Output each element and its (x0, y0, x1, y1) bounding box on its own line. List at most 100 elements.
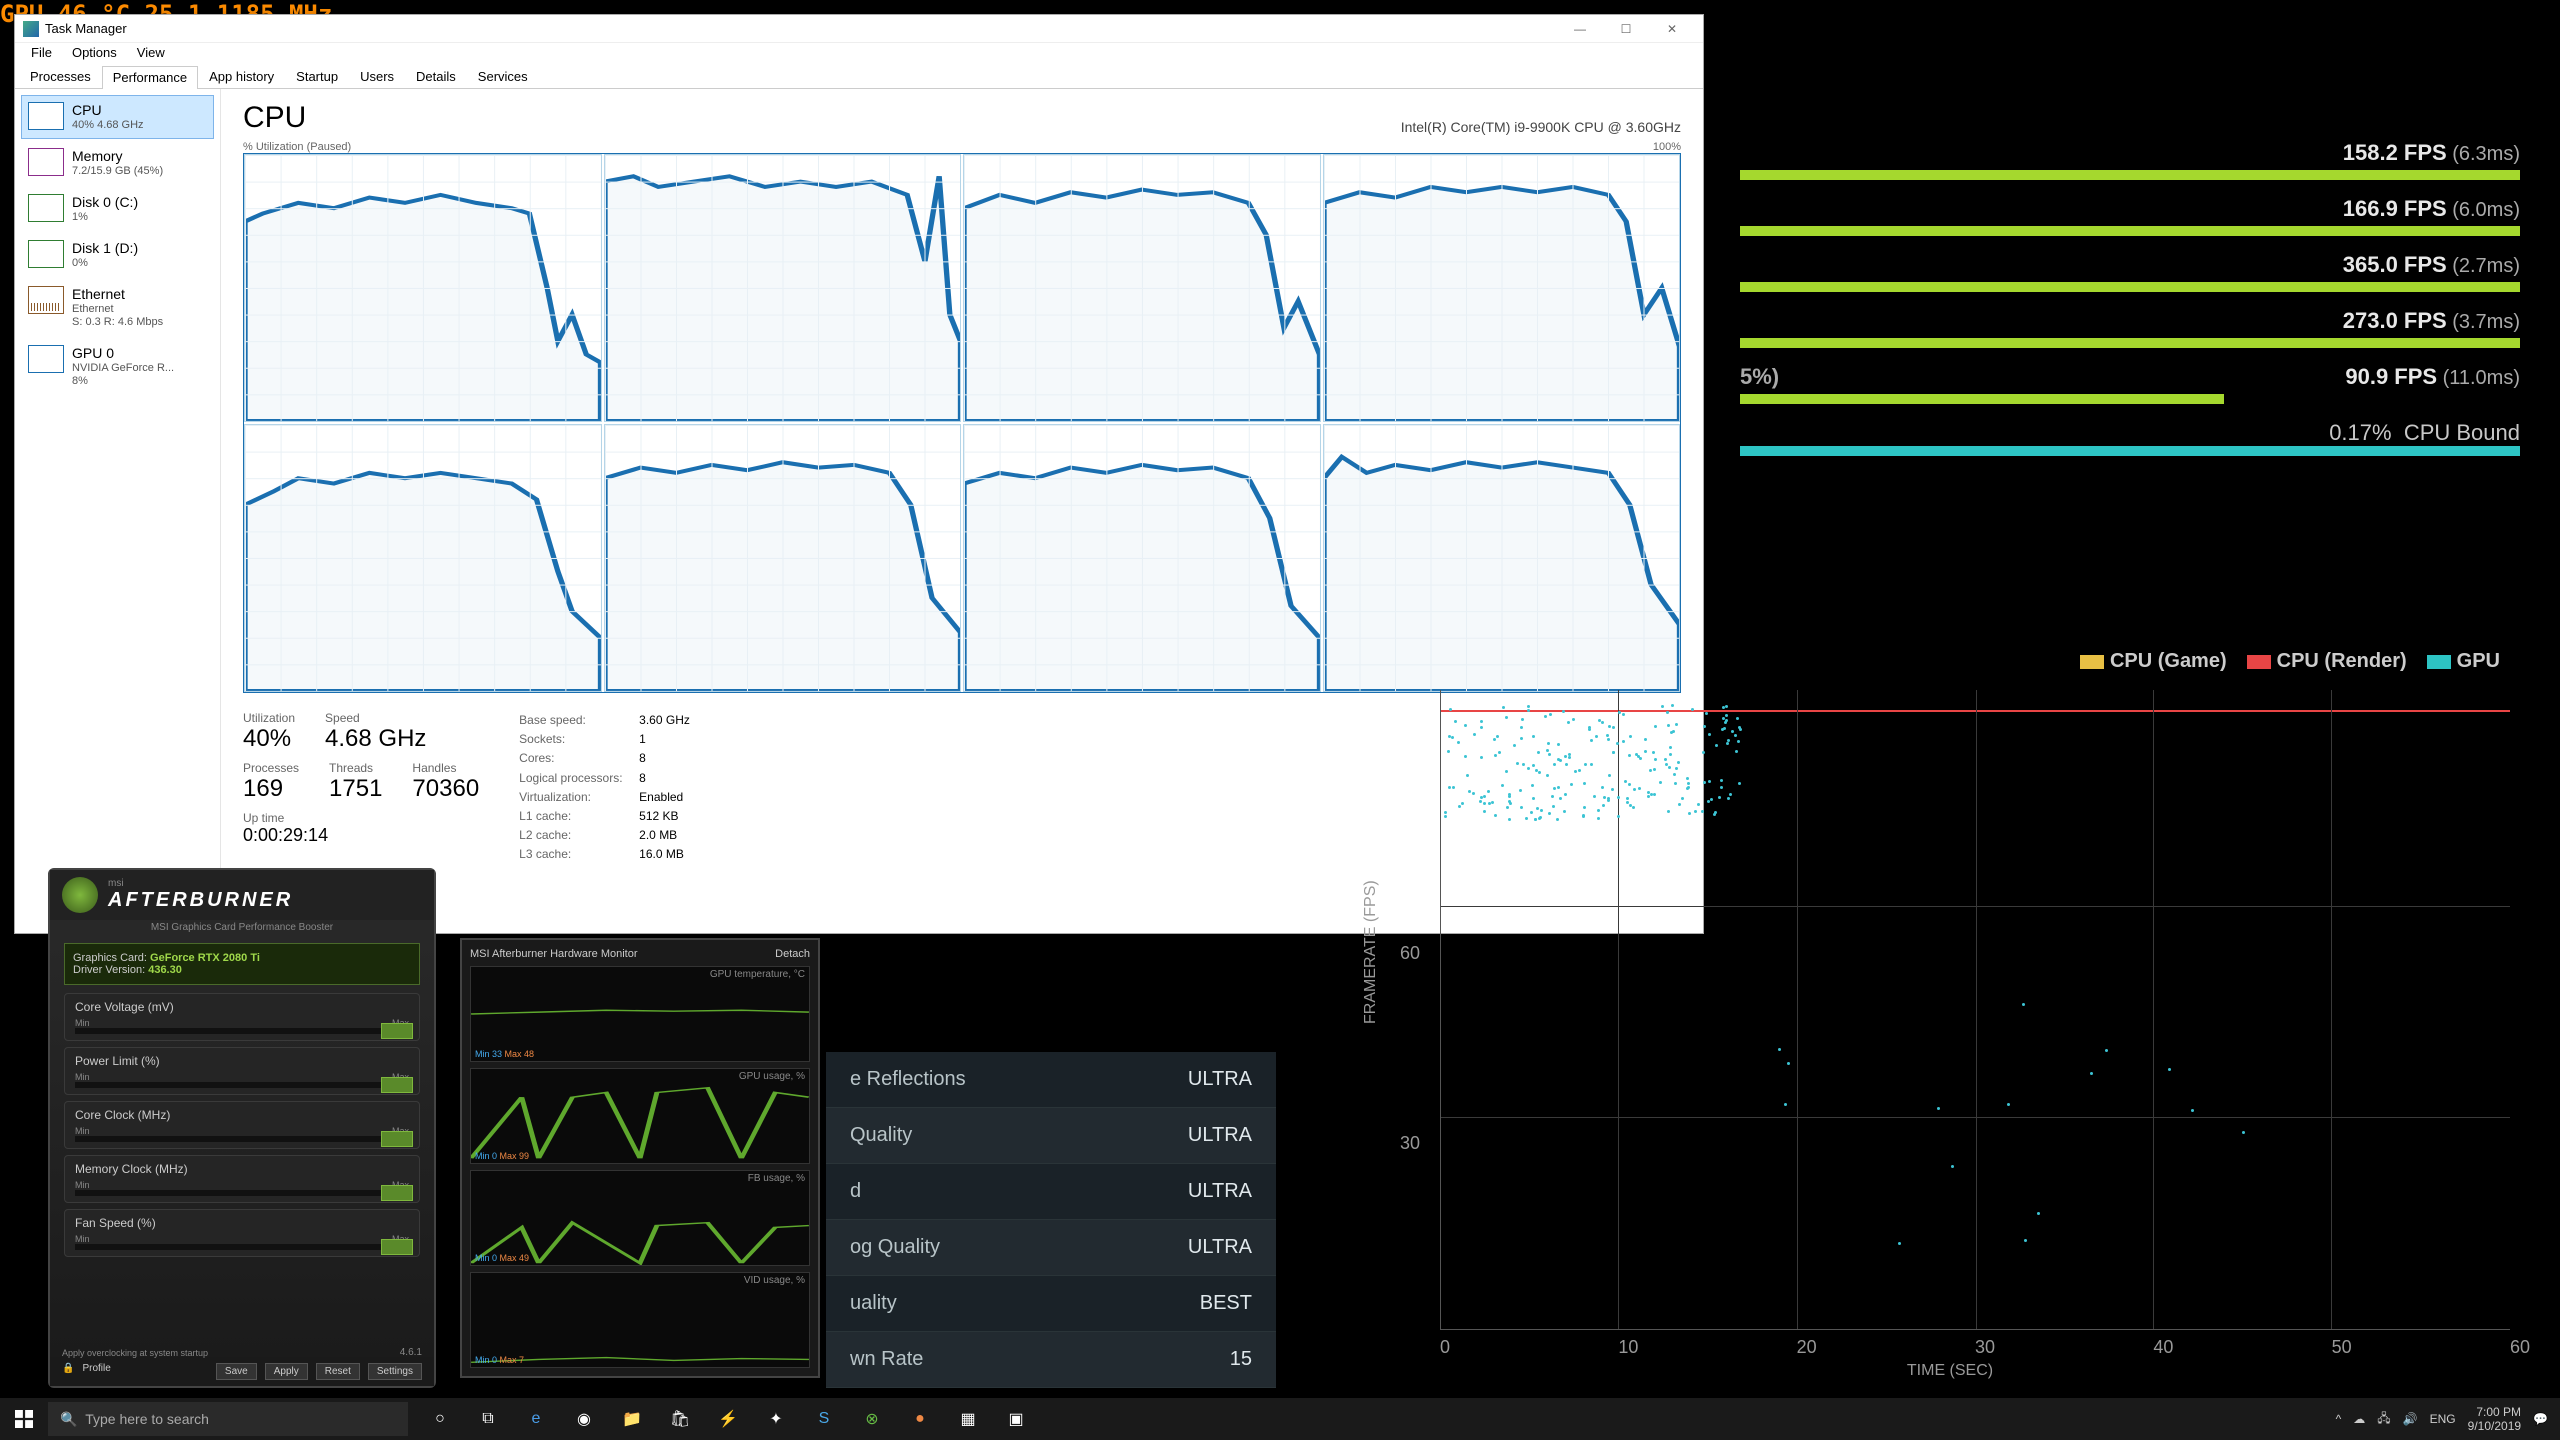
edge-icon[interactable]: e (512, 1398, 560, 1440)
slider-fan-speed-[interactable]: Fan Speed (%)MinMax (64, 1209, 420, 1257)
detach-button[interactable]: Detach (775, 948, 810, 960)
search-box[interactable]: 🔍 Type here to search (48, 1402, 408, 1436)
profile-label: Profile (82, 1363, 110, 1380)
cpu-details: Base speed:3.60 GHzSockets:1Cores:8Logic… (519, 711, 690, 865)
cpu-core-chart (963, 154, 1321, 422)
fps-chart: CPU (Game)CPU (Render)GPU 30 60 01020304… (1380, 650, 2520, 1380)
cpu-core-chart (604, 154, 962, 422)
stat-value: 40% (243, 725, 295, 753)
msi-hw-monitor-window[interactable]: MSI Afterburner Hardware Monitor Detach … (460, 938, 820, 1378)
cpu-core-chart (244, 424, 602, 692)
x-tick: 30 (1975, 1337, 1995, 1358)
slider-core-voltage-mv-[interactable]: Core Voltage (mV)MinMax (64, 993, 420, 1041)
gpu-info-panel: Graphics Card: GeForce RTX 2080 Ti Drive… (64, 943, 420, 985)
start-button[interactable] (0, 1398, 48, 1440)
detail-val: 512 KB (639, 807, 678, 826)
app-icon[interactable]: ● (896, 1398, 944, 1440)
menu-view[interactable]: View (127, 43, 175, 65)
sidebar-item-disk1[interactable]: Disk 1 (D:)0% (21, 233, 214, 277)
frame-time: (3.7ms) (2452, 311, 2520, 333)
msi-afterburner-window[interactable]: msi AFTERBURNER MSI Graphics Card Perfor… (48, 868, 436, 1388)
tab-services[interactable]: Services (467, 65, 539, 88)
setting-value: ULTRA (1188, 1236, 1252, 1259)
settings-button[interactable]: Settings (368, 1363, 422, 1380)
sidebar-item-disk0[interactable]: Disk 0 (C:)1% (21, 187, 214, 231)
tab-app-history[interactable]: App history (198, 65, 285, 88)
explorer-icon[interactable]: 📁 (608, 1398, 656, 1440)
sidebar-item-gpu0[interactable]: GPU 0NVIDIA GeForce R...8% (21, 338, 214, 395)
save-button[interactable]: Save (216, 1363, 257, 1380)
tab-processes[interactable]: Processes (19, 65, 102, 88)
tab-users[interactable]: Users (349, 65, 405, 88)
sidebar-item-cpu[interactable]: CPU40% 4.68 GHz (21, 95, 214, 139)
fps-row: 158.2 FPS (6.3ms) (1740, 140, 2520, 180)
tab-startup[interactable]: Startup (285, 65, 349, 88)
hw-chart: FB usage, %Min 0 Max 49 (470, 1170, 810, 1266)
notification-icon[interactable]: 💬 (2533, 1412, 2548, 1426)
startup-checkbox-label[interactable]: Apply overclocking at system startup (62, 1348, 208, 1358)
fps-value: 90.9 FPS (2345, 364, 2437, 389)
tab-strip: Processes Performance App history Startu… (15, 65, 1703, 89)
setting-row[interactable]: e ReflectionsULTRA (826, 1052, 1276, 1108)
setting-row[interactable]: ualityBEST (826, 1276, 1276, 1332)
slider-power-limit-[interactable]: Power Limit (%)MinMax (64, 1047, 420, 1095)
detail-key: Logical processors: (519, 769, 639, 788)
sidebar-item-memory[interactable]: Memory7.2/15.9 GB (45%) (21, 141, 214, 185)
setting-row[interactable]: dULTRA (826, 1164, 1276, 1220)
chrome-icon[interactable]: ◉ (560, 1398, 608, 1440)
menubar: File Options View (15, 43, 1703, 65)
cpu-core-chart (604, 424, 962, 692)
setting-label: d (850, 1180, 861, 1203)
hw-chart: VID usage, %Min 0 Max 7 (470, 1272, 810, 1368)
stat-label: Threads (329, 761, 382, 775)
detail-val: 2.0 MB (639, 826, 677, 845)
menu-options[interactable]: Options (62, 43, 127, 65)
sidebar-label: GPU 0 (72, 345, 174, 362)
setting-value: ULTRA (1188, 1124, 1252, 1147)
stat-value: 70360 (412, 775, 479, 803)
apply-button[interactable]: Apply (265, 1363, 308, 1380)
cortana-icon[interactable]: ○ (416, 1398, 464, 1440)
cpu-core-grid[interactable] (243, 153, 1681, 693)
detail-key: L1 cache: (519, 807, 639, 826)
reset-button[interactable]: Reset (316, 1363, 360, 1380)
detail-val: 16.0 MB (639, 845, 684, 864)
titlebar[interactable]: Task Manager — ☐ ✕ (15, 15, 1703, 43)
tray-chevron-icon[interactable]: ^ (2336, 1412, 2342, 1426)
skype-icon[interactable]: S (800, 1398, 848, 1440)
close-button[interactable]: ✕ (1649, 15, 1695, 43)
tray-cloud-icon[interactable]: ☁ (2353, 1412, 2365, 1426)
scatter-points (1440, 690, 2510, 1330)
hw-monitor-title: MSI Afterburner Hardware Monitor (470, 948, 638, 960)
clock[interactable]: 7:00 PM 9/10/2019 (2468, 1405, 2521, 1434)
stat-value: 1751 (329, 775, 382, 803)
menu-file[interactable]: File (21, 43, 62, 65)
setting-row[interactable]: og QualityULTRA (826, 1220, 1276, 1276)
tray-lang[interactable]: ENG (2430, 1412, 2456, 1426)
disk-thumb-icon (28, 194, 64, 222)
app-icon[interactable]: ✦ (752, 1398, 800, 1440)
slider-core-clock-mhz-[interactable]: Core Clock (MHz)MinMax (64, 1101, 420, 1149)
taskmgr-taskbar-icon[interactable]: ▦ (944, 1398, 992, 1440)
app-icon[interactable]: ▣ (992, 1398, 1040, 1440)
tray-volume-icon[interactable]: 🔊 (2403, 1412, 2418, 1426)
frame-time: (11.0ms) (2443, 367, 2520, 389)
xbox-icon[interactable]: ⊗ (848, 1398, 896, 1440)
app-icon[interactable]: ⚡ (704, 1398, 752, 1440)
tab-performance[interactable]: Performance (102, 66, 198, 89)
tray-network-icon[interactable]: 🖧 (2377, 1409, 2390, 1430)
sidebar-sub: 1% (72, 211, 138, 224)
sidebar-item-ethernet[interactable]: EthernetEthernetS: 0.3 R: 4.6 Mbps (21, 279, 214, 336)
maximize-button[interactable]: ☐ (1603, 15, 1649, 43)
setting-row[interactable]: wn Rate15 (826, 1332, 1276, 1388)
store-icon[interactable]: 🛍 (656, 1398, 704, 1440)
detail-key: L3 cache: (519, 845, 639, 864)
setting-row[interactable]: QualityULTRA (826, 1108, 1276, 1164)
gpu-thumb-icon (28, 345, 64, 373)
tab-details[interactable]: Details (405, 65, 467, 88)
ethernet-thumb-icon (28, 286, 64, 314)
slider-memory-clock-mhz-[interactable]: Memory Clock (MHz)MinMax (64, 1155, 420, 1203)
detail-key: Base speed: (519, 711, 639, 730)
taskview-icon[interactable]: ⧉ (464, 1398, 512, 1440)
minimize-button[interactable]: — (1557, 15, 1603, 43)
